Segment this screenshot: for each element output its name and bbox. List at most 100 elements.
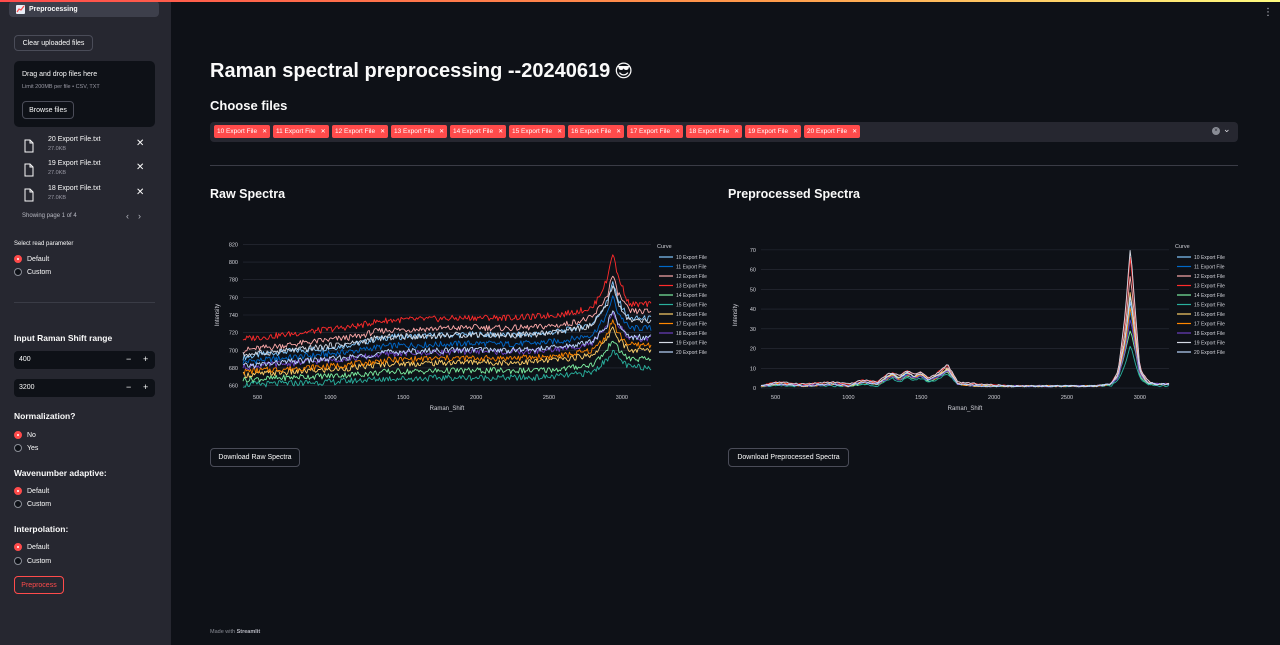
browse-files-button[interactable]: Browse files <box>22 101 74 119</box>
shift-min-input[interactable]: 400 − + <box>14 351 155 369</box>
file-tag[interactable]: 11 Export File ✕ <box>273 125 329 138</box>
file-tag[interactable]: 19 Export File ✕ <box>745 125 802 138</box>
y-tick-label: 700 <box>229 348 238 354</box>
y-axis-label: Intensity <box>733 304 739 326</box>
series-line <box>760 307 1170 388</box>
remove-tag-icon[interactable]: ✕ <box>852 128 857 135</box>
remove-file-icon[interactable]: ✕ <box>136 138 144 149</box>
wavenumber-radio-default[interactable]: Default <box>14 487 49 495</box>
remove-tag-icon[interactable]: ✕ <box>734 128 739 135</box>
preprocessed-spectra-heading: Preprocessed Spectra <box>728 187 861 201</box>
file-tag-label: 20 Export File <box>807 128 848 135</box>
wavenumber-radio-custom[interactable]: Custom <box>14 500 51 508</box>
y-tick-label: 800 <box>229 260 238 266</box>
file-tag[interactable]: 10 Export File ✕ <box>214 125 271 138</box>
download-raw-button[interactable]: Download Raw Spectra <box>210 448 300 467</box>
legend-entry: 18 Export File <box>676 331 707 337</box>
choose-files-label: Choose files <box>210 98 288 113</box>
legend-entry: 10 Export File <box>1194 255 1225 261</box>
remove-file-icon[interactable]: ✕ <box>136 187 144 198</box>
chevron-right-icon[interactable]: › <box>138 211 141 221</box>
remove-tag-icon[interactable]: ✕ <box>380 128 385 135</box>
chevron-down-icon[interactable]: ⌄ <box>1223 124 1231 135</box>
remove-tag-icon[interactable]: ✕ <box>321 128 326 135</box>
series-line <box>760 276 1170 388</box>
file-tag[interactable]: 14 Export File ✕ <box>450 125 507 138</box>
series-line <box>760 250 1170 388</box>
preprocess-button[interactable]: Preprocess <box>14 576 64 594</box>
file-uploader-dropzone[interactable]: Drag and drop files here Limit 200MB per… <box>14 61 155 127</box>
legend-entry: 17 Export File <box>676 322 707 328</box>
decrement-button[interactable]: − <box>126 382 131 392</box>
y-tick-label: 0 <box>753 386 756 392</box>
file-icon <box>24 163 34 177</box>
legend-title: Curve <box>1175 244 1190 250</box>
series-line <box>760 330 1170 388</box>
file-tag[interactable]: 20 Export File ✕ <box>804 125 861 138</box>
more-menu-icon[interactable]: ⋮ <box>1263 7 1273 18</box>
y-tick-label: 660 <box>229 384 238 390</box>
file-size: 27.0KB <box>48 146 67 152</box>
remove-tag-icon[interactable]: ✕ <box>262 128 267 135</box>
file-tag[interactable]: 16 Export File ✕ <box>568 125 625 138</box>
raw-spectra-chart[interactable]: 660 680 700 720 740 760 780 800 820 500 1000 1500 20… <box>205 236 725 426</box>
series-line <box>760 257 1170 388</box>
remove-file-icon[interactable]: ✕ <box>136 162 144 173</box>
read-param-radio-custom[interactable]: Custom <box>14 268 51 276</box>
normalization-radio-yes[interactable]: Yes <box>14 444 38 452</box>
y-tick-label: 780 <box>229 278 238 284</box>
interpolation-heading: Interpolation: <box>14 524 69 534</box>
series-line <box>760 296 1170 388</box>
x-tick-label: 2000 <box>988 395 1000 401</box>
read-param-radio-default[interactable]: Default <box>14 255 49 263</box>
sidebar-nav-preprocessing[interactable]: Preprocessing <box>9 1 159 17</box>
y-tick-label: 40 <box>750 307 756 313</box>
series-line <box>761 292 1170 388</box>
remove-tag-icon[interactable]: ✕ <box>498 128 503 135</box>
legend-entry: 16 Export File <box>1194 312 1225 318</box>
footer-prefix: Made with <box>210 629 236 635</box>
file-tag[interactable]: 12 Export File ✕ <box>332 125 389 138</box>
file-tag[interactable]: 15 Export File ✕ <box>509 125 566 138</box>
preprocessed-spectra-chart[interactable]: 0 10 20 30 40 50 60 70 500 1000 1500 2000 2500 3000 Ra… <box>723 236 1243 426</box>
remove-tag-icon[interactable]: ✕ <box>793 128 798 135</box>
legend-entry: 12 Export File <box>676 274 707 280</box>
remove-tag-icon[interactable]: ✕ <box>616 128 621 135</box>
remove-tag-icon[interactable]: ✕ <box>675 128 680 135</box>
x-tick-label: 2500 <box>1061 395 1073 401</box>
increment-button[interactable]: + <box>143 382 148 392</box>
legend-title: Curve <box>657 244 672 250</box>
x-tick-label: 500 <box>771 395 780 401</box>
interpolation-radio-custom[interactable]: Custom <box>14 557 51 565</box>
increment-button[interactable]: + <box>143 354 148 364</box>
x-tick-label: 3000 <box>1134 395 1146 401</box>
chevron-left-icon[interactable]: ‹ <box>126 211 129 221</box>
footer: Made with Streamlit <box>210 629 260 635</box>
top-decoration-bar <box>0 0 1280 2</box>
file-tag-label: 17 Export File <box>630 128 671 135</box>
file-tag[interactable]: 13 Export File ✕ <box>391 125 448 138</box>
interpolation-radio-default[interactable]: Default <box>14 543 49 551</box>
remove-tag-icon[interactable]: ✕ <box>439 128 444 135</box>
normalization-radio-no[interactable]: No <box>14 431 36 439</box>
file-icon <box>24 188 34 202</box>
y-tick-label: 820 <box>229 242 238 248</box>
raw-spectra-heading: Raw Spectra <box>210 187 286 201</box>
file-tag[interactable]: 17 Export File ✕ <box>627 125 684 138</box>
radio-label: Custom <box>27 500 52 508</box>
legend-entry: 11 Export File <box>1194 265 1225 271</box>
remove-tag-icon[interactable]: ✕ <box>557 128 562 135</box>
shift-max-input[interactable]: 3200 − + <box>14 379 155 397</box>
y-tick-label: 10 <box>750 366 756 372</box>
y-tick-label: 30 <box>750 327 756 333</box>
legend-entry: 13 Export File <box>1194 284 1225 290</box>
clear-uploaded-files-button[interactable]: Clear uploaded files <box>14 35 93 51</box>
sidebar: Preprocessing Clear uploaded files Drag … <box>0 0 171 645</box>
legend-entry: 19 Export File <box>1194 341 1225 347</box>
download-preprocessed-button[interactable]: Download Preprocessed Spectra <box>728 448 849 467</box>
clear-all-icon[interactable]: × <box>1212 127 1220 135</box>
file-tag[interactable]: 18 Export File ✕ <box>686 125 743 138</box>
decrement-button[interactable]: − <box>126 354 131 364</box>
normalization-heading: Normalization? <box>14 411 76 421</box>
uploaded-file-item: 20 Export File.txt 27.0KB ✕ <box>22 135 152 159</box>
